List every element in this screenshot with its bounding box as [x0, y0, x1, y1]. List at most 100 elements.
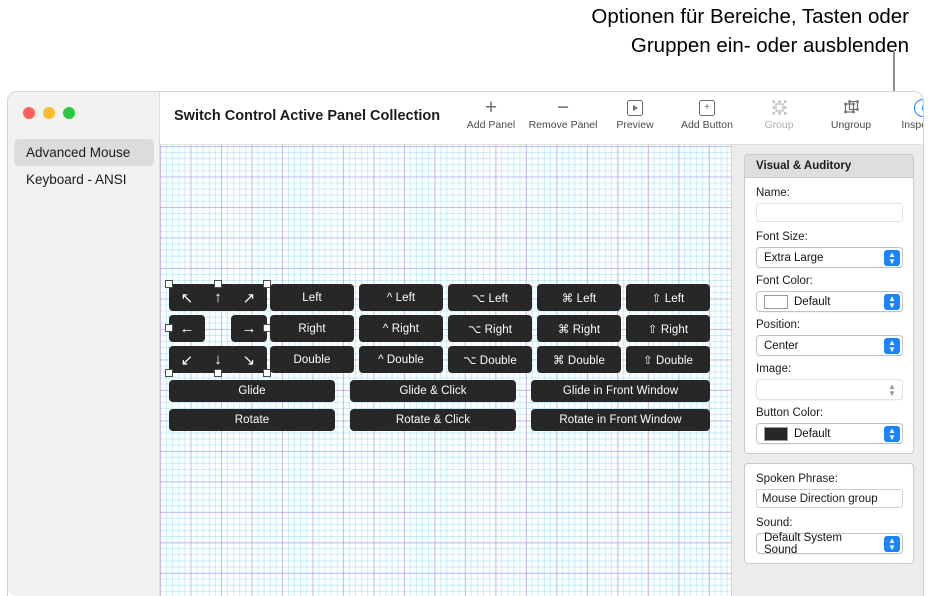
toolbar: Switch Control Active Panel Collection +…: [160, 92, 923, 145]
ungroup-button[interactable]: Ungroup: [815, 92, 887, 132]
close-button[interactable]: [23, 107, 35, 119]
panel-button-shift-double[interactable]: ⇧ Double: [626, 346, 710, 373]
chevron-updown-icon: ▲ ▼: [884, 294, 900, 310]
position-value: Center: [764, 339, 799, 352]
panel-button-glide-in-front-window[interactable]: Glide in Front Window: [531, 380, 710, 402]
chevron-updown-icon: ▲ ▼: [884, 250, 900, 266]
font-size-label: Font Size:: [756, 231, 808, 243]
panel-button-arrow-up-right[interactable]: ↗: [231, 284, 267, 311]
panel-button-shift-left[interactable]: ⇧ Left: [626, 284, 710, 311]
chevron-updown-icon: ▲ ▼: [884, 338, 900, 354]
sidebar-item-label: Keyboard - ANSI: [26, 172, 127, 187]
speech-sound-section: Spoken Phrase: Mouse Direction group Sou…: [744, 463, 914, 564]
panel-button-cmd-left[interactable]: ⌘ Left: [537, 284, 621, 311]
section-body: Name: Font Size: Extra Large ▲ ▼ Font Col…: [745, 178, 913, 453]
chevron-updown-icon: ▲ ▼: [884, 426, 900, 442]
panel-button-ctrl-right[interactable]: ^ Right: [359, 315, 443, 342]
inspector-label: Inspector: [901, 119, 923, 131]
ungroup-icon: [843, 97, 860, 118]
selection-handle-top-left[interactable]: [165, 280, 173, 288]
name-input[interactable]: [756, 203, 903, 222]
group-icon: [771, 97, 788, 118]
font-color-label: Font Color:: [756, 275, 813, 287]
speech-sound-body: Spoken Phrase: Mouse Direction group Sou…: [745, 464, 913, 563]
toolbar-buttons: + Add Panel − Remove Panel Preview + Add…: [455, 92, 923, 145]
inspector-button[interactable]: i Inspector: [887, 92, 923, 132]
chevron-updown-icon: ▲ ▼: [888, 382, 896, 398]
sidebar-item-advanced-mouse[interactable]: Advanced Mouse: [14, 139, 154, 166]
remove-panel-label: Remove Panel: [528, 119, 598, 131]
panel-button-arrow-left[interactable]: ←: [169, 315, 205, 342]
panel-button-right[interactable]: Right: [270, 315, 354, 342]
spoken-phrase-label: Spoken Phrase:: [756, 473, 838, 485]
spoken-phrase-input[interactable]: Mouse Direction group: [756, 489, 903, 508]
sidebar: Advanced Mouse Keyboard - ANSI: [8, 92, 160, 596]
panel-button-ctrl-left[interactable]: ^ Left: [359, 284, 443, 311]
inspector-panel: Visual & Auditory Name: Font Size: Extra…: [731, 145, 923, 596]
zoom-button[interactable]: [63, 107, 75, 119]
image-select[interactable]: ▲ ▼: [756, 379, 903, 400]
sidebar-item-label: Advanced Mouse: [26, 145, 131, 160]
panel-button-cmd-double[interactable]: ⌘ Double: [537, 346, 621, 373]
preview-button[interactable]: Preview: [599, 92, 671, 132]
chevron-updown-icon: ▲ ▼: [884, 536, 900, 552]
font-color-select[interactable]: Default ▲ ▼: [756, 291, 903, 312]
document-title: Switch Control Active Panel Collection: [174, 108, 441, 124]
sound-label: Sound:: [756, 517, 793, 529]
add-button-button[interactable]: + Add Button: [671, 92, 743, 132]
add-panel-label: Add Panel: [466, 119, 516, 131]
panel-button-opt-right[interactable]: ⌥ Right: [448, 315, 532, 342]
position-label: Position:: [756, 319, 801, 331]
panel-button-cmd-right[interactable]: ⌘ Right: [537, 315, 621, 342]
callout-annotation: Optionen für Bereiche, Tasten oder Grupp…: [0, 0, 931, 104]
panel-button-arrow-down-right[interactable]: ↘: [231, 346, 267, 373]
font-color-swatch: [764, 294, 788, 309]
callout-text: Optionen für Bereiche, Tasten oder Grupp…: [591, 5, 909, 57]
panel-button-opt-double[interactable]: ⌥ Double: [448, 346, 532, 373]
add-panel-button[interactable]: + Add Panel: [455, 92, 527, 132]
play-box-icon: [627, 97, 643, 118]
panel-button-left[interactable]: Left: [270, 284, 354, 311]
remove-panel-button[interactable]: − Remove Panel: [527, 92, 599, 132]
group-label: Group: [764, 119, 794, 131]
button-color-swatch: [764, 426, 788, 441]
preview-label: Preview: [616, 119, 654, 131]
panel-button-double[interactable]: Double: [270, 346, 354, 373]
sound-value: Default System Sound: [764, 531, 842, 556]
image-label: Image:: [756, 363, 792, 375]
button-color-value: Default: [794, 427, 831, 440]
add-button-label: Add Button: [681, 119, 733, 131]
name-label: Name:: [756, 187, 790, 199]
minus-icon: −: [556, 95, 570, 119]
panel-button-glide-and-click[interactable]: Glide & Click: [350, 380, 516, 402]
group-button[interactable]: Group: [743, 92, 815, 132]
selection-handle-top-center[interactable]: [214, 280, 222, 288]
sound-select[interactable]: Default System Sound ▲ ▼: [756, 531, 903, 556]
window-controls: [23, 107, 75, 119]
selection-handle-bottom-left[interactable]: [165, 369, 173, 377]
panel-button-rotate-and-click[interactable]: Rotate & Click: [350, 409, 516, 431]
sidebar-item-keyboard-ansi[interactable]: Keyboard - ANSI: [14, 166, 154, 193]
panel-button-opt-left[interactable]: ⌥ Left: [448, 284, 532, 311]
button-color-select[interactable]: Default ▲ ▼: [756, 423, 903, 444]
button-color-label: Button Color:: [756, 407, 824, 419]
panel-button-ctrl-double[interactable]: ^ Double: [359, 346, 443, 373]
info-icon: i: [914, 97, 923, 118]
section-title: Visual & Auditory: [745, 155, 913, 178]
font-color-value: Default: [794, 295, 831, 308]
minimize-button[interactable]: [43, 107, 55, 119]
position-select[interactable]: Center ▲ ▼: [756, 335, 903, 356]
font-size-value: Extra Large: [764, 251, 824, 264]
app-window: Advanced Mouse Keyboard - ANSI Switch Co…: [8, 92, 923, 596]
panel-button-rotate[interactable]: Rotate: [169, 409, 335, 431]
panel-button-rotate-in-front-window[interactable]: Rotate in Front Window: [531, 409, 710, 431]
plus-box-icon: +: [699, 97, 715, 118]
panel-button-shift-right[interactable]: ⇧ Right: [626, 315, 710, 342]
panel-button-arrow-right[interactable]: →: [231, 315, 267, 342]
selection-handle-bottom-center[interactable]: [214, 369, 222, 377]
selection-handle-middle-left[interactable]: [165, 324, 173, 332]
font-size-select[interactable]: Extra Large ▲ ▼: [756, 247, 903, 268]
panel-button-glide[interactable]: Glide: [169, 380, 335, 402]
plus-icon: +: [484, 95, 498, 119]
visual-auditory-section: Visual & Auditory Name: Font Size: Extra…: [744, 154, 914, 454]
